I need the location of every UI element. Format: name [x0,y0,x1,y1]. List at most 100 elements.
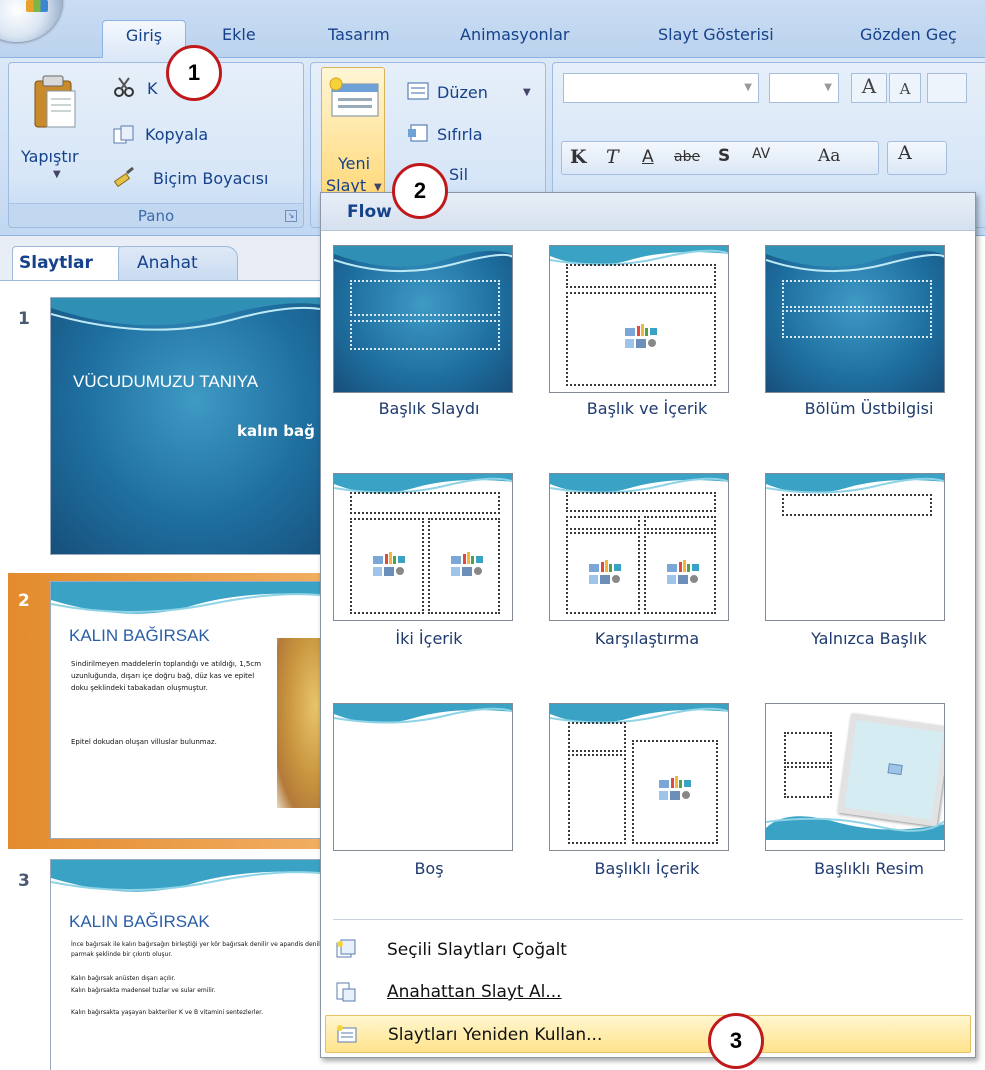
ribbon-tab-strip: Giriş Ekle Tasarım Animasyonlar Slayt Gö… [0,0,985,58]
font-size-combobox[interactable]: ▼ [769,73,839,103]
step-marker-2: 2 [392,163,448,219]
layout-thumb-section-header[interactable] [765,245,945,393]
title-placeholder [350,492,500,514]
layout-label[interactable]: Başlıklı İçerik [539,859,755,878]
layout-button[interactable]: Düzen ▼ [407,81,531,105]
copy-label: Kopyala [145,125,209,144]
layout-dropdown-arrow-icon: ▼ [523,87,531,98]
tab-animasyonlar[interactable]: Animasyonlar [448,20,581,58]
grow-font-label: A [861,74,877,98]
subtitle-placeholder [350,320,500,350]
slide-bullet: İnce bağırsak ile kalın bağırsağın birle… [71,941,328,958]
layout-label[interactable]: Başlık ve İçerik [539,399,755,418]
slide-thumbnail-2[interactable]: KALIN BAĞIRSAK Sindirilmeyen maddelerin … [50,581,340,839]
tab-slayt-gosterisi[interactable]: Slayt Gösterisi [646,20,786,58]
italic-button[interactable]: T [606,146,619,168]
strikethrough-button[interactable]: abe [674,149,700,165]
slides-from-outline-icon [336,982,356,1002]
font-name-combobox[interactable]: ▼ [563,73,759,103]
clear-format-button[interactable] [927,73,967,103]
bold-button[interactable]: K [570,146,587,168]
clipboard-group: Yapıştır ▼ K Kopyala Biçim Boyacısı Pano… [8,62,304,228]
clipboard-group-label: Pano [9,203,303,227]
delete-slide-button[interactable]: Sil [449,165,468,184]
slide-bullet: Epitel dokudan oluşan villuslar bulunmaz… [71,738,217,746]
character-spacing-button[interactable]: AV [752,146,770,162]
menu-reuse-slides[interactable]: Slaytları Yeniden Kullan... [325,1015,971,1053]
layout-thumb-title-content[interactable] [549,245,729,393]
layout-thumb-title-slide[interactable] [333,245,513,393]
layout-label[interactable]: Başlık Slaydı [321,399,537,418]
text-placeholder [784,766,832,798]
font-name-dropdown-icon: ▼ [744,82,752,93]
layout-thumb-content-with-caption[interactable] [549,703,729,851]
tab-gozden-gecir[interactable]: Gözden Geç [848,20,969,58]
title-placeholder [566,492,716,512]
copy-icon [113,125,134,144]
scissors-icon [114,77,134,97]
cut-button[interactable]: K [113,77,158,101]
font-color-label: A [898,142,912,164]
picture-icon [887,763,903,776]
paste-dropdown-arrow-icon[interactable]: ▼ [53,169,61,180]
font-format-toolbar: K T A abe S AV Aa [561,141,879,175]
font-color-button[interactable]: A [887,141,947,175]
layout-label[interactable]: Boş [321,859,537,878]
slide-thumbnail-3[interactable]: KALIN BAĞIRSAK İnce bağırsak ile kalın b… [50,859,340,1070]
slide-title: KALIN BAĞIRSAK [69,626,210,645]
new-slide-icon [329,77,379,117]
layout-label[interactable]: Yalnızca Başlık [761,629,977,648]
shrink-font-label: A [899,80,911,98]
menu-slides-from-outline[interactable]: Anahattan Slayt Al... [325,973,971,1011]
step-marker-1: 1 [166,45,222,101]
underline-button[interactable]: A [642,147,654,167]
grow-font-button[interactable]: A [851,73,887,103]
title-placeholder [566,264,716,288]
layout-thumb-blank[interactable] [333,703,513,851]
tab-slides[interactable]: Slaytlar [12,246,122,280]
layout-label[interactable]: Başlıklı Resim [761,859,977,878]
slide-number: 3 [18,871,30,891]
slide-wave-decoration [51,860,339,892]
layout-thumb-title-only[interactable] [765,473,945,621]
shrink-font-button[interactable]: A [889,73,921,103]
tab-ekle[interactable]: Ekle [210,20,268,58]
copy-button[interactable]: Kopyala [113,125,208,149]
tab-outline[interactable]: Anahat [118,246,238,280]
text-shadow-button[interactable]: S [718,146,730,166]
cut-label: K [147,79,158,98]
slide-number: 2 [18,591,30,611]
layout-thumb-picture-with-caption[interactable] [765,703,945,851]
slide-subtitle: kalın bağ [237,422,315,440]
slide-bullet: Sindirilmeyen maddelerin toplandığı ve a… [71,660,262,692]
paste-label[interactable]: Yapıştır [21,147,79,166]
tab-tasarim[interactable]: Tasarım [316,20,402,58]
format-painter-button[interactable]: Biçim Boyacısı [113,167,268,191]
title-placeholder [350,280,500,316]
text-placeholder [568,754,626,844]
slide-bullet: Kalın bağırsakta yaşayan bakteriler K ve… [71,1009,263,1016]
layout-label[interactable]: İki İçerik [321,629,537,648]
title-placeholder [568,722,626,752]
dropdown-separator [333,919,963,920]
heading-placeholder [644,516,716,530]
layout-label[interactable]: Bölüm Üstbilgisi [761,399,977,418]
slide-thumbnail-1[interactable]: VÜCUDUMUZU TANIYA kalın bağ [50,297,340,555]
office-logo-icon [26,0,48,12]
menu-duplicate-slides[interactable]: Seçili Slaytları Çoğalt [325,931,971,969]
layout-thumb-two-content[interactable] [333,473,513,621]
slide-list: 1 VÜCUDUMUZU TANIYA kalın bağ 2 KALIN BA… [0,280,340,1070]
slide-bullet: Kalın bağırsakta madensel tuzlar ve sula… [71,987,216,994]
reuse-slides-icon [337,1025,357,1043]
menu-label: Slaytları Yeniden Kullan... [388,1025,603,1045]
office-button[interactable] [0,0,62,42]
change-case-button[interactable]: Aa [818,146,840,166]
slide-number: 1 [18,309,30,329]
layout-label[interactable]: Karşılaştırma [539,629,755,648]
layout-thumb-comparison[interactable] [549,473,729,621]
dialog-launcher-icon[interactable]: ↘ [285,210,297,222]
reset-button[interactable]: Sıfırla [407,123,483,147]
new-slide-button[interactable]: Yeni Slayt ▼ [321,67,385,197]
layout-icon [407,82,429,100]
paste-button[interactable] [31,73,79,131]
